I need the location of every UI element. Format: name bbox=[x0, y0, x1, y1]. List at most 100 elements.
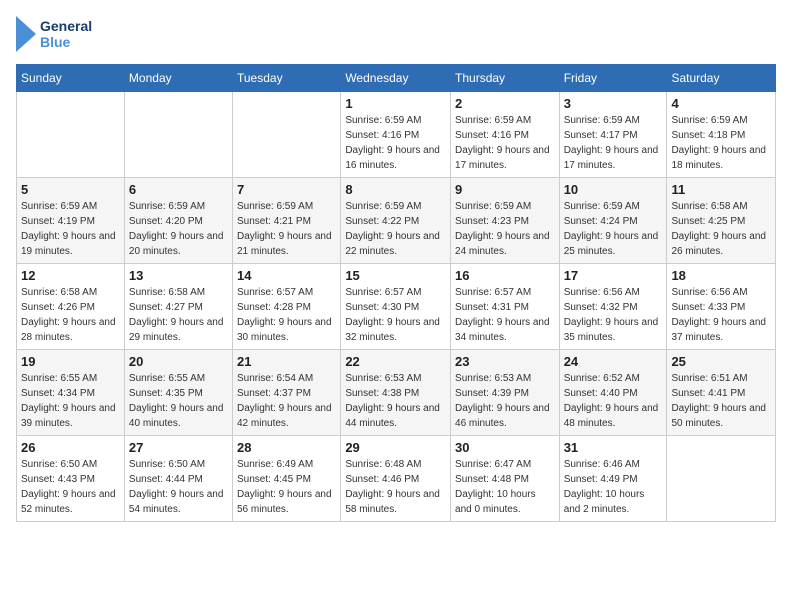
day-number: 31 bbox=[564, 440, 663, 455]
calendar-cell: 8Sunrise: 6:59 AMSunset: 4:22 PMDaylight… bbox=[341, 178, 451, 264]
calendar-cell: 18 Sunrise: 6:56 AMSunset: 4:33 PMDayligh… bbox=[667, 264, 776, 350]
day-detail: Sunrise: 6:56 AMSunset: 4:33 PMDaylight:… bbox=[671, 285, 771, 345]
weekday-header-row: SundayMondayTuesdayWednesdayThursdayFrid… bbox=[17, 65, 776, 92]
day-number: 18 bbox=[671, 268, 771, 283]
day-number: 28 bbox=[237, 440, 336, 455]
day-detail: Sunrise: 6:57 AMSunset: 4:28 PMDaylight:… bbox=[237, 285, 336, 345]
day-number: 22 bbox=[345, 354, 446, 369]
day-detail: Sunrise: 6:59 AMSunset: 4:23 PMDaylight:… bbox=[455, 199, 555, 259]
calendar-cell: 20Sunrise: 6:55 AMSunset: 4:35 PMDayligh… bbox=[124, 350, 232, 436]
calendar-week-row: 1Sunrise: 6:59 AMSunset: 4:16 PMDaylight… bbox=[17, 92, 776, 178]
day-number: 4 bbox=[671, 96, 771, 111]
calendar-cell: 10Sunrise: 6:59 AMSunset: 4:24 PMDayligh… bbox=[559, 178, 667, 264]
day-detail: Sunrise: 6:58 AMSunset: 4:25 PMDaylight:… bbox=[671, 199, 771, 259]
day-number: 21 bbox=[237, 354, 336, 369]
calendar-cell: 7Sunrise: 6:59 AMSunset: 4:21 PMDaylight… bbox=[233, 178, 341, 264]
day-detail: Sunrise: 6:53 AMSunset: 4:38 PMDaylight:… bbox=[345, 371, 446, 431]
weekday-header-thursday: Thursday bbox=[451, 65, 560, 92]
day-detail: Sunrise: 6:46 AMSunset: 4:49 PMDaylight:… bbox=[564, 457, 663, 517]
calendar-cell: 9 Sunrise: 6:59 AMSunset: 4:23 PMDaylight… bbox=[451, 178, 560, 264]
day-number: 14 bbox=[237, 268, 336, 283]
day-detail: Sunrise: 6:58 AMSunset: 4:26 PMDaylight:… bbox=[21, 285, 120, 345]
page-header: General Blue bbox=[16, 16, 776, 52]
calendar-table: SundayMondayTuesdayWednesdayThursdayFrid… bbox=[16, 64, 776, 522]
calendar-cell: 3 Sunrise: 6:59 AMSunset: 4:17 PMDaylight… bbox=[559, 92, 667, 178]
weekday-header-sunday: Sunday bbox=[17, 65, 125, 92]
calendar-cell: 27 Sunrise: 6:50 AMSunset: 4:44 PMDayligh… bbox=[124, 436, 232, 522]
day-detail: Sunrise: 6:52 AMSunset: 4:40 PMDaylight:… bbox=[564, 371, 663, 431]
logo-blue: Blue bbox=[40, 34, 92, 50]
day-number: 7 bbox=[237, 182, 336, 197]
weekday-header-wednesday: Wednesday bbox=[341, 65, 451, 92]
weekday-header-tuesday: Tuesday bbox=[233, 65, 341, 92]
calendar-week-row: 5Sunrise: 6:59 AMSunset: 4:19 PMDaylight… bbox=[17, 178, 776, 264]
calendar-cell: 28 Sunrise: 6:49 AMSunset: 4:45 PMDayligh… bbox=[233, 436, 341, 522]
day-number: 9 bbox=[455, 182, 555, 197]
day-number: 19 bbox=[21, 354, 120, 369]
calendar-cell: 11 Sunrise: 6:58 AMSunset: 4:25 PMDayligh… bbox=[667, 178, 776, 264]
day-number: 13 bbox=[129, 268, 228, 283]
day-detail: Sunrise: 6:49 AMSunset: 4:45 PMDaylight:… bbox=[237, 457, 336, 517]
day-number: 25 bbox=[671, 354, 771, 369]
calendar-cell bbox=[17, 92, 125, 178]
day-detail: Sunrise: 6:53 AMSunset: 4:39 PMDaylight:… bbox=[455, 371, 555, 431]
day-number: 16 bbox=[455, 268, 555, 283]
calendar-cell: 2 Sunrise: 6:59 AMSunset: 4:16 PMDaylight… bbox=[451, 92, 560, 178]
day-number: 27 bbox=[129, 440, 228, 455]
calendar-cell: 4 Sunrise: 6:59 AMSunset: 4:18 PMDaylight… bbox=[667, 92, 776, 178]
day-number: 2 bbox=[455, 96, 555, 111]
logo-general: General bbox=[40, 18, 92, 34]
day-detail: Sunrise: 6:57 AMSunset: 4:31 PMDaylight:… bbox=[455, 285, 555, 345]
calendar-cell: 31 Sunrise: 6:46 AMSunset: 4:49 PMDayligh… bbox=[559, 436, 667, 522]
calendar-cell: 13 Sunrise: 6:58 AMSunset: 4:27 PMDayligh… bbox=[124, 264, 232, 350]
calendar-week-row: 26 Sunrise: 6:50 AMSunset: 4:43 PMDayligh… bbox=[17, 436, 776, 522]
day-number: 15 bbox=[345, 268, 446, 283]
weekday-header-saturday: Saturday bbox=[667, 65, 776, 92]
weekday-header-friday: Friday bbox=[559, 65, 667, 92]
calendar-cell: 14 Sunrise: 6:57 AMSunset: 4:28 PMDayligh… bbox=[233, 264, 341, 350]
calendar-cell: 17 Sunrise: 6:56 AMSunset: 4:32 PMDayligh… bbox=[559, 264, 667, 350]
day-number: 30 bbox=[455, 440, 555, 455]
day-number: 26 bbox=[21, 440, 120, 455]
day-detail: Sunrise: 6:55 AMSunset: 4:34 PMDaylight:… bbox=[21, 371, 120, 431]
day-detail: Sunrise: 6:59 AMSunset: 4:17 PMDaylight:… bbox=[564, 113, 663, 173]
calendar-cell: 26 Sunrise: 6:50 AMSunset: 4:43 PMDayligh… bbox=[17, 436, 125, 522]
day-number: 17 bbox=[564, 268, 663, 283]
day-detail: Sunrise: 6:58 AMSunset: 4:27 PMDaylight:… bbox=[129, 285, 228, 345]
calendar-cell: 22 Sunrise: 6:53 AMSunset: 4:38 PMDayligh… bbox=[341, 350, 451, 436]
day-number: 5 bbox=[21, 182, 120, 197]
calendar-cell: 30 Sunrise: 6:47 AMSunset: 4:48 PMDayligh… bbox=[451, 436, 560, 522]
day-detail: Sunrise: 6:50 AMSunset: 4:43 PMDaylight:… bbox=[21, 457, 120, 517]
day-detail: Sunrise: 6:59 AMSunset: 4:22 PMDaylight:… bbox=[345, 199, 446, 259]
day-detail: Sunrise: 6:56 AMSunset: 4:32 PMDaylight:… bbox=[564, 285, 663, 345]
day-detail: Sunrise: 6:59 AMSunset: 4:16 PMDaylight:… bbox=[455, 113, 555, 173]
day-number: 24 bbox=[564, 354, 663, 369]
day-detail: Sunrise: 6:57 AMSunset: 4:30 PMDaylight:… bbox=[345, 285, 446, 345]
calendar-week-row: 12 Sunrise: 6:58 AMSunset: 4:26 PMDayligh… bbox=[17, 264, 776, 350]
day-number: 3 bbox=[564, 96, 663, 111]
day-number: 10 bbox=[564, 182, 663, 197]
calendar-cell: 24 Sunrise: 6:52 AMSunset: 4:40 PMDayligh… bbox=[559, 350, 667, 436]
day-number: 12 bbox=[21, 268, 120, 283]
calendar-cell: 21Sunrise: 6:54 AMSunset: 4:37 PMDayligh… bbox=[233, 350, 341, 436]
day-number: 29 bbox=[345, 440, 446, 455]
calendar-week-row: 19 Sunrise: 6:55 AMSunset: 4:34 PMDayligh… bbox=[17, 350, 776, 436]
calendar-cell: 15 Sunrise: 6:57 AMSunset: 4:30 PMDayligh… bbox=[341, 264, 451, 350]
day-number: 23 bbox=[455, 354, 555, 369]
logo: General Blue bbox=[16, 16, 92, 52]
calendar-cell: 25 Sunrise: 6:51 AMSunset: 4:41 PMDayligh… bbox=[667, 350, 776, 436]
day-detail: Sunrise: 6:59 AMSunset: 4:18 PMDaylight:… bbox=[671, 113, 771, 173]
day-detail: Sunrise: 6:51 AMSunset: 4:41 PMDaylight:… bbox=[671, 371, 771, 431]
day-number: 11 bbox=[671, 182, 771, 197]
calendar-cell: 29Sunrise: 6:48 AMSunset: 4:46 PMDayligh… bbox=[341, 436, 451, 522]
calendar-cell: 19 Sunrise: 6:55 AMSunset: 4:34 PMDayligh… bbox=[17, 350, 125, 436]
day-detail: Sunrise: 6:59 AMSunset: 4:20 PMDaylight:… bbox=[129, 199, 228, 259]
calendar-cell: 1Sunrise: 6:59 AMSunset: 4:16 PMDaylight… bbox=[341, 92, 451, 178]
calendar-cell bbox=[233, 92, 341, 178]
day-detail: Sunrise: 6:47 AMSunset: 4:48 PMDaylight:… bbox=[455, 457, 555, 517]
day-detail: Sunrise: 6:50 AMSunset: 4:44 PMDaylight:… bbox=[129, 457, 228, 517]
calendar-cell: 6Sunrise: 6:59 AMSunset: 4:20 PMDaylight… bbox=[124, 178, 232, 264]
weekday-header-monday: Monday bbox=[124, 65, 232, 92]
calendar-cell: 16 Sunrise: 6:57 AMSunset: 4:31 PMDayligh… bbox=[451, 264, 560, 350]
calendar-cell bbox=[124, 92, 232, 178]
